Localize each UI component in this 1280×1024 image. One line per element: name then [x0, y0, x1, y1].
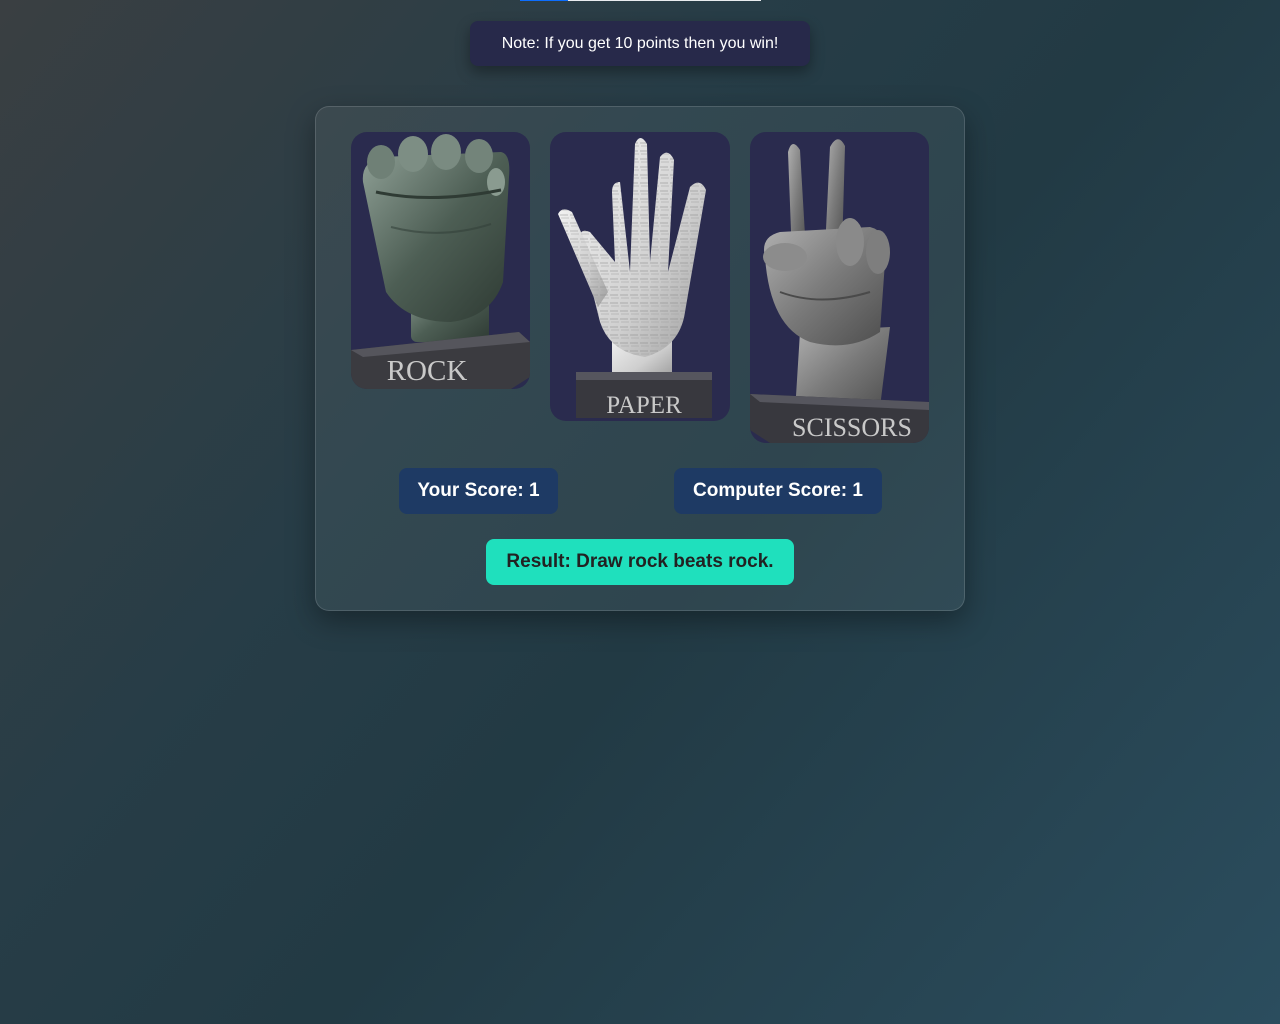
user-score: Your Score: 1	[399, 468, 558, 514]
progress-bar	[520, 0, 761, 1]
computer-score: Computer Score: 1	[674, 468, 882, 514]
rock-hand-image: ROCK	[351, 134, 530, 389]
result-message: Result: Draw rock beats rock.	[486, 539, 794, 585]
win-condition-note: Note: If you get 10 points then you win!	[470, 21, 810, 66]
game-card: ROCK PAPER SCISSORS Your Score: 1 Comput…	[315, 106, 965, 611]
scissors-hand-image: SCISSORS	[750, 139, 929, 443]
rock-label: ROCK	[387, 355, 468, 387]
paper-label: PAPER	[606, 392, 682, 419]
scissors-choice[interactable]: SCISSORS	[750, 132, 929, 443]
rock-choice[interactable]: ROCK	[351, 132, 530, 389]
progress-fill	[520, 0, 569, 1]
scissors-label: SCISSORS	[792, 413, 912, 442]
paper-choice[interactable]: PAPER	[550, 132, 730, 421]
paper-hand-image: PAPER	[558, 138, 712, 419]
